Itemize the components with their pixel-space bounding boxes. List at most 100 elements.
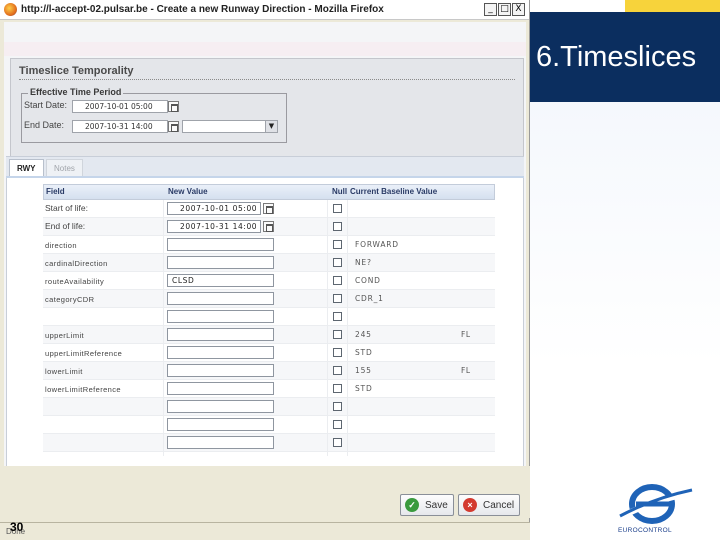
end-date-calendar-icon[interactable] [168, 121, 179, 132]
calendar-icon[interactable] [263, 221, 274, 232]
null-checkbox[interactable] [333, 348, 342, 357]
grid-body: Start of life: 2007-10-01 05:00 End of lif… [43, 200, 495, 452]
slide-accent-stripe [625, 0, 720, 12]
row-new-value-input[interactable] [167, 382, 274, 395]
row-new-value-input[interactable] [167, 436, 274, 449]
table-row: direction FORWARD [43, 236, 495, 254]
row-field-label: Start of life: [45, 203, 88, 213]
slide-side-gradient [530, 102, 720, 540]
table-row: routeAvailability CLSD COND [43, 272, 495, 290]
null-checkbox[interactable] [333, 258, 342, 267]
row-new-value-input[interactable] [167, 310, 274, 323]
row-baseline-value: CDR_1 [355, 294, 384, 303]
null-checkbox[interactable] [333, 222, 342, 231]
table-row: cardinalDirection NE? [43, 254, 495, 272]
row-new-value-input[interactable] [167, 292, 274, 305]
window-controls: _ □ X [484, 3, 525, 16]
cancel-icon: × [463, 498, 477, 512]
slide-title: 6.Timeslices [530, 12, 720, 102]
null-checkbox[interactable] [333, 330, 342, 339]
close-button[interactable]: X [512, 3, 525, 16]
timeslice-heading: Timeslice Temporality [19, 65, 134, 77]
tab-rwy[interactable]: RWY [9, 159, 44, 177]
table-row: upperLimit 245 FL [43, 326, 495, 344]
null-checkbox[interactable] [333, 312, 342, 321]
chevron-down-icon[interactable]: ▼ [265, 121, 277, 132]
end-date-input[interactable]: 2007-10-31 14:00 [72, 120, 168, 133]
row-field-label: upperLimitReference [45, 349, 123, 358]
row-field-label: lowerLimit [45, 367, 83, 376]
row-baseline-value: 245 [355, 330, 372, 339]
row-new-value-input[interactable] [167, 238, 274, 251]
null-checkbox[interactable] [333, 402, 342, 411]
null-checkbox[interactable] [333, 294, 342, 303]
window-title: http://l-accept-02.pulsar.be - Create a … [21, 4, 384, 15]
header-current-baseline: Current Baseline Value [350, 187, 438, 196]
row-new-value-input[interactable] [167, 400, 274, 413]
row-new-value-input[interactable] [167, 328, 274, 341]
status-bar: Done [0, 522, 530, 540]
header-null: Null [332, 187, 348, 196]
logo-text: EUROCONTROL [618, 527, 672, 534]
row-baseline-value: STD [355, 384, 373, 393]
null-checkbox[interactable] [333, 420, 342, 429]
table-row [43, 416, 495, 434]
timeslice-panel: Timeslice Temporality Effective Time Per… [10, 58, 524, 170]
table-row: Start of life: 2007-10-01 05:00 [43, 200, 495, 218]
save-button[interactable]: ✓ Save [400, 494, 454, 516]
grid-header: Field New Value Null Current Baseline Va… [43, 184, 495, 200]
null-checkbox[interactable] [333, 276, 342, 285]
row-new-value-input[interactable]: 2007-10-01 05:00 [167, 202, 261, 215]
cancel-label: Cancel [483, 499, 515, 511]
row-unit: FL [461, 366, 471, 375]
calendar-icon[interactable] [263, 203, 274, 214]
row-field-label: direction [45, 241, 77, 250]
null-checkbox[interactable] [333, 204, 342, 213]
header-new-value: New Value [168, 187, 208, 196]
field-grid: Field New Value Null Current Baseline Va… [43, 184, 495, 456]
table-row [43, 434, 495, 452]
null-checkbox[interactable] [333, 438, 342, 447]
row-field-label: routeAvailability [45, 277, 105, 286]
tab-strip: RWY Notes [6, 156, 524, 177]
row-baseline-value: FORWARD [355, 240, 399, 249]
row-new-value-input[interactable]: CLSD [167, 274, 274, 287]
maximize-button[interactable]: □ [498, 3, 511, 16]
window-titlebar: http://l-accept-02.pulsar.be - Create a … [0, 0, 529, 20]
row-field-label: upperLimit [45, 331, 85, 340]
row-baseline-value: NE? [355, 258, 372, 267]
row-baseline-value: COND [355, 276, 381, 285]
table-row [43, 308, 495, 326]
tab-notes[interactable]: Notes [46, 159, 83, 177]
save-label: Save [425, 499, 448, 511]
start-date-calendar-icon[interactable] [168, 101, 179, 112]
firefox-icon [4, 3, 17, 16]
row-field-label: lowerLimitReference [45, 385, 121, 394]
null-checkbox[interactable] [333, 240, 342, 249]
end-date-label: End Date: [24, 120, 65, 130]
column-divider [163, 200, 164, 456]
effective-period-legend: Effective Time Period [28, 87, 124, 97]
table-row: upperLimitReference STD [43, 344, 495, 362]
effective-period-fieldset: Effective Time Period Start Date: 2007-1… [21, 87, 287, 143]
row-unit: FL [461, 330, 471, 339]
row-baseline-value: 155 [355, 366, 372, 375]
start-date-input[interactable]: 2007-10-01 05:00 [72, 100, 168, 113]
browser-window: http://l-accept-02.pulsar.be - Create a … [0, 0, 530, 540]
row-new-value-input[interactable] [167, 256, 274, 269]
null-checkbox[interactable] [333, 384, 342, 393]
row-new-value-input[interactable] [167, 346, 274, 359]
start-date-label: Start Date: [24, 100, 68, 110]
row-new-value-input[interactable]: 2007-10-31 14:00 [167, 220, 261, 233]
column-divider [347, 200, 348, 456]
cancel-button[interactable]: × Cancel [458, 494, 520, 516]
null-checkbox[interactable] [333, 366, 342, 375]
action-bar: ✓ Save × Cancel [0, 466, 530, 518]
table-row: End of life: 2007-10-31 14:00 [43, 218, 495, 236]
minimize-button[interactable]: _ [484, 3, 497, 16]
row-new-value-input[interactable] [167, 364, 274, 377]
heading-divider [19, 79, 515, 80]
end-date-select[interactable]: ▼ [182, 120, 278, 133]
row-new-value-input[interactable] [167, 418, 274, 431]
table-row [43, 398, 495, 416]
